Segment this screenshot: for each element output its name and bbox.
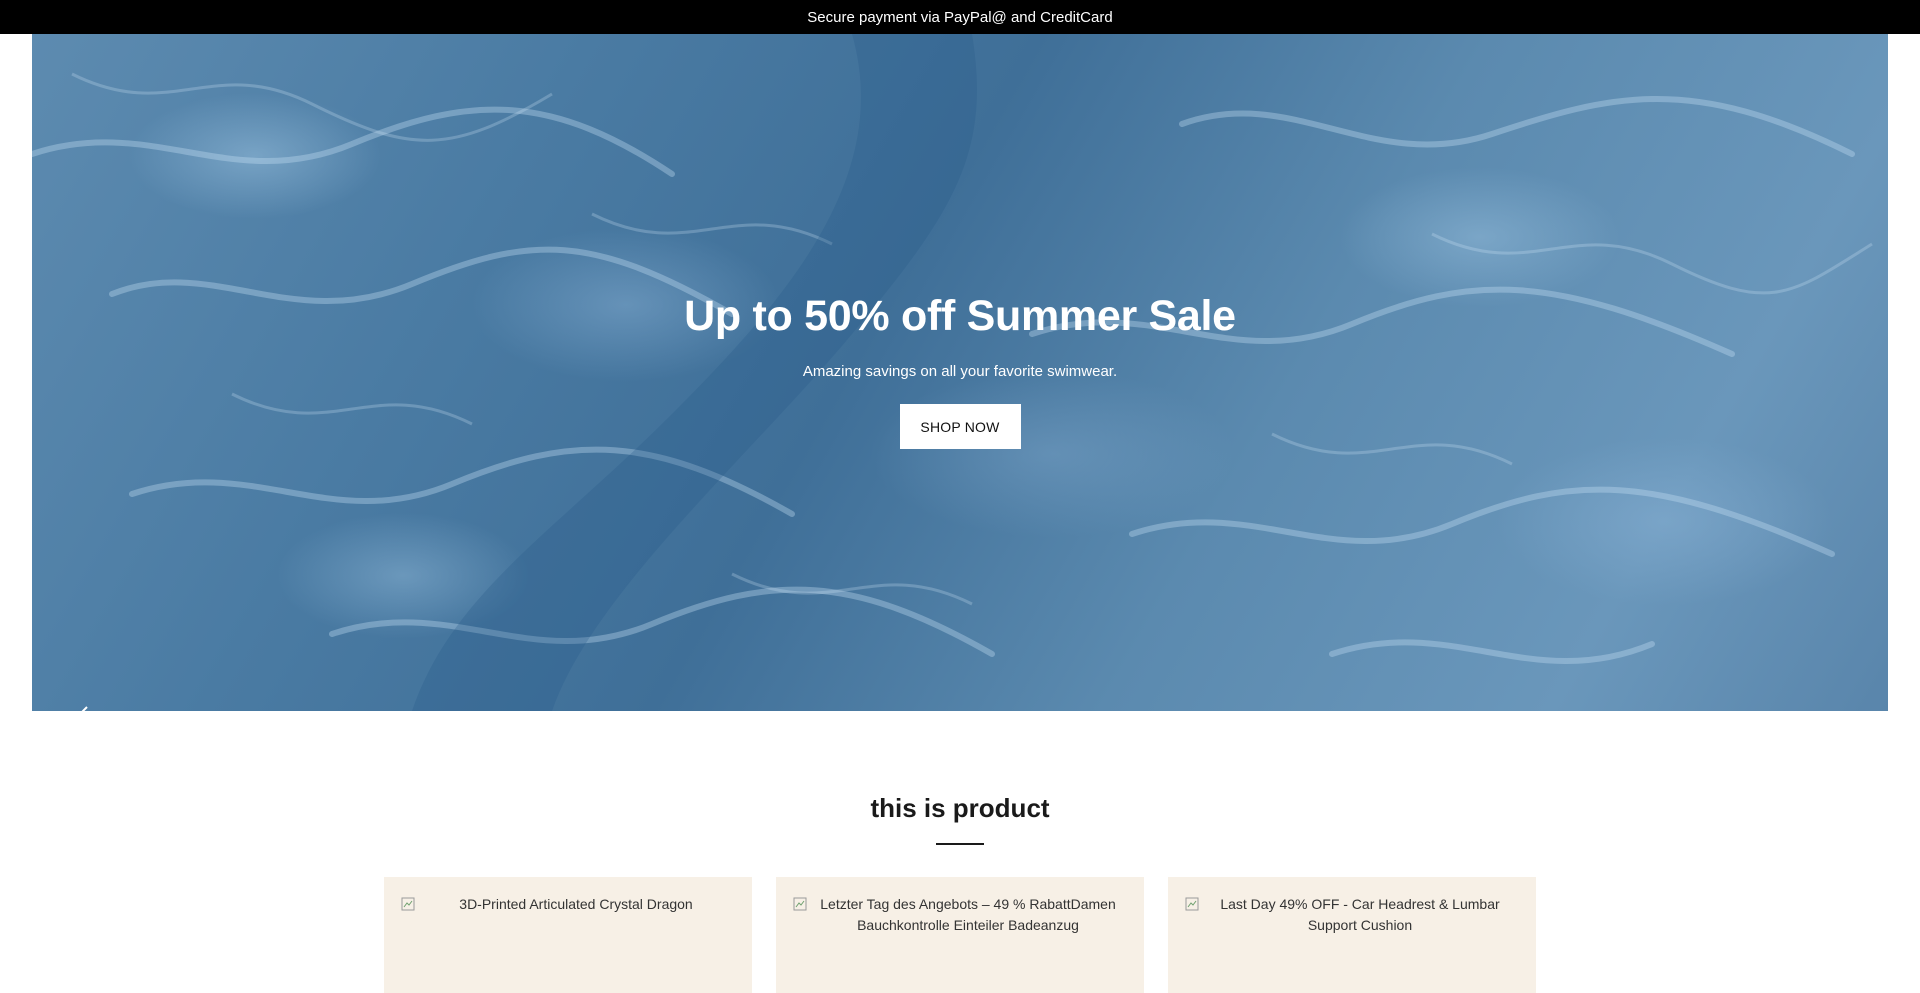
section-divider <box>936 843 984 845</box>
shop-now-button[interactable]: SHOP NOW <box>899 404 1021 449</box>
arrow-left-icon[interactable] <box>76 700 100 711</box>
product-card[interactable]: Last Day 49% OFF - Car Headrest & Lumbar… <box>1168 877 1536 993</box>
broken-image-icon <box>792 896 808 912</box>
hero-slideshow: Up to 50% off Summer Sale Amazing saving… <box>32 34 1888 711</box>
product-image-alt: 3D-Printed Articulated Crystal Dragon <box>459 896 693 912</box>
hero-content: Up to 50% off Summer Sale Amazing saving… <box>32 34 1888 711</box>
arrow-right-icon-glyph <box>1886 704 1888 711</box>
section-title: this is product <box>870 793 1050 823</box>
arrow-left-icon-glyph <box>81 706 94 711</box>
arrow-right-icon[interactable] <box>1882 700 1888 711</box>
product-image[interactable]: 3D-Printed Articulated Crystal Dragon <box>400 894 736 915</box>
product-grid: 3D-Printed Articulated Crystal Dragon Le… <box>384 877 1536 993</box>
product-image[interactable]: Last Day 49% OFF - Car Headrest & Lumbar… <box>1184 894 1520 936</box>
product-image-alt: Letzter Tag des Angebots – 49 % RabattDa… <box>820 896 1116 933</box>
product-card[interactable]: Letzter Tag des Angebots – 49 % RabattDa… <box>776 877 1144 993</box>
product-image[interactable]: Letzter Tag des Angebots – 49 % RabattDa… <box>792 894 1128 936</box>
broken-image-icon <box>1184 896 1200 912</box>
product-card[interactable]: 3D-Printed Articulated Crystal Dragon <box>384 877 752 993</box>
announcement-bar: Secure payment via PayPal@ and CreditCar… <box>0 0 1920 34</box>
hero-title: Up to 50% off Summer Sale <box>684 292 1236 340</box>
product-image-alt: Last Day 49% OFF - Car Headrest & Lumbar… <box>1220 896 1500 933</box>
announcement-text: Secure payment via PayPal@ and CreditCar… <box>807 8 1113 26</box>
broken-image-icon <box>400 896 416 912</box>
hero-subtitle: Amazing savings on all your favorite swi… <box>802 363 1118 380</box>
